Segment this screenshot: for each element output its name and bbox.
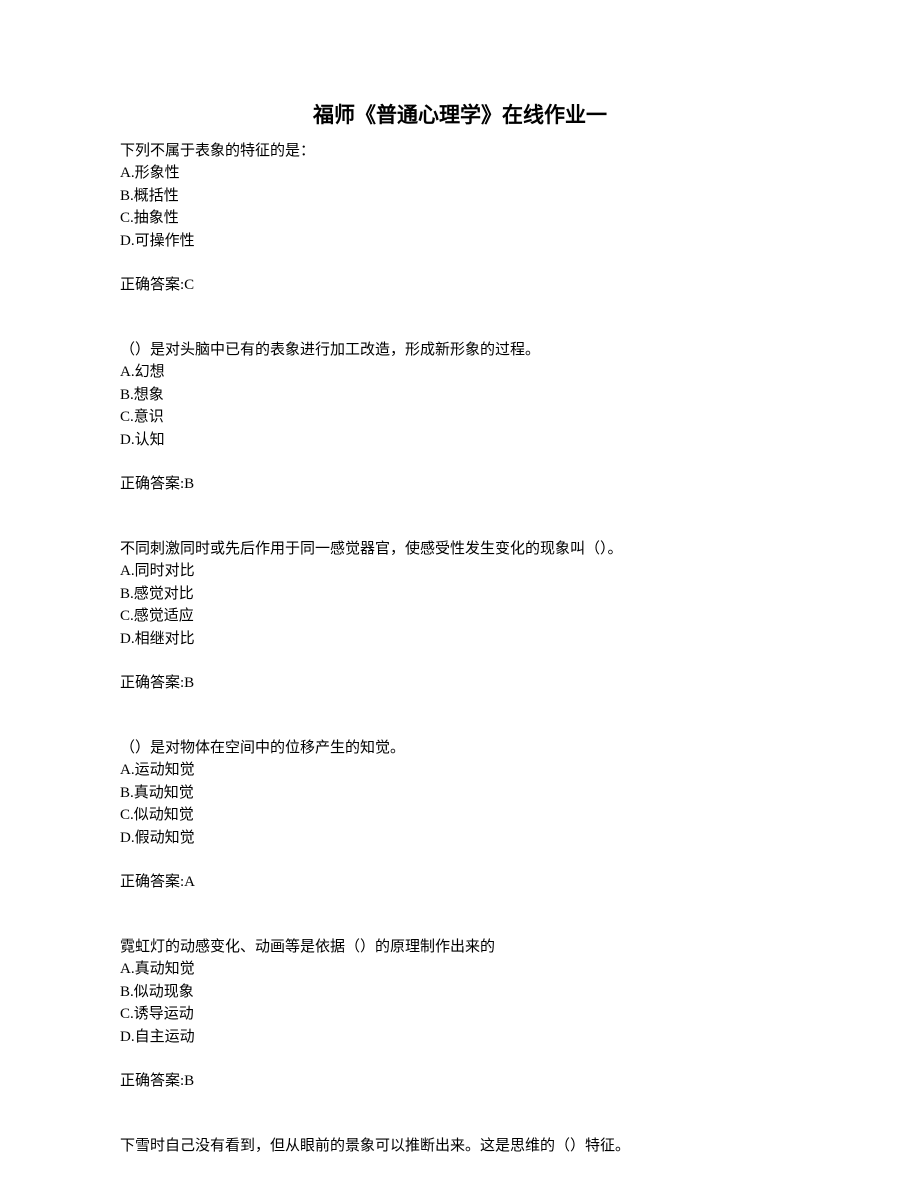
option-d: D.相继对比 xyxy=(120,628,800,651)
answer-text: 正确答案:A xyxy=(120,871,800,894)
question-block: 下雪时自己没有看到，但从眼前的景象可以推断出来。这是思维的（）特征。 xyxy=(120,1135,800,1158)
option-b: B.想象 xyxy=(120,384,800,407)
question-block: 下列不属于表象的特征的是： A.形象性 B.概括性 C.抽象性 D.可操作性 正… xyxy=(120,140,800,297)
answer-text: 正确答案:B xyxy=(120,1070,800,1093)
question-block: 霓虹灯的动感变化、动画等是依据（）的原理制作出来的 A.真动知觉 B.似动现象 … xyxy=(120,936,800,1093)
option-d: D.可操作性 xyxy=(120,230,800,253)
option-c: C.诱导运动 xyxy=(120,1003,800,1026)
option-c: C.似动知觉 xyxy=(120,804,800,827)
option-a: A.运动知觉 xyxy=(120,759,800,782)
question-text: 霓虹灯的动感变化、动画等是依据（）的原理制作出来的 xyxy=(120,936,800,959)
option-d: D.认知 xyxy=(120,429,800,452)
answer-text: 正确答案:B xyxy=(120,672,800,695)
question-block: 不同刺激同时或先后作用于同一感觉器官，使感受性发生变化的现象叫（）。 A.同时对… xyxy=(120,538,800,695)
question-text: （）是对头脑中已有的表象进行加工改造，形成新形象的过程。 xyxy=(120,339,800,362)
option-b: B.真动知觉 xyxy=(120,782,800,805)
answer-text: 正确答案:B xyxy=(120,473,800,496)
question-block: （）是对物体在空间中的位移产生的知觉。 A.运动知觉 B.真动知觉 C.似动知觉… xyxy=(120,737,800,894)
option-c: C.感觉适应 xyxy=(120,605,800,628)
question-text: （）是对物体在空间中的位移产生的知觉。 xyxy=(120,737,800,760)
option-b: B.概括性 xyxy=(120,185,800,208)
option-d: D.自主运动 xyxy=(120,1026,800,1049)
question-text: 下列不属于表象的特征的是： xyxy=(120,140,800,163)
option-a: A.幻想 xyxy=(120,361,800,384)
page-title: 福师《普通心理学》在线作业一 xyxy=(120,100,800,132)
option-c: C.意识 xyxy=(120,406,800,429)
answer-text: 正确答案:C xyxy=(120,274,800,297)
option-c: C.抽象性 xyxy=(120,207,800,230)
option-a: A.真动知觉 xyxy=(120,958,800,981)
option-a: A.同时对比 xyxy=(120,560,800,583)
option-a: A.形象性 xyxy=(120,162,800,185)
question-text: 下雪时自己没有看到，但从眼前的景象可以推断出来。这是思维的（）特征。 xyxy=(120,1135,800,1158)
option-b: B.似动现象 xyxy=(120,981,800,1004)
question-text: 不同刺激同时或先后作用于同一感觉器官，使感受性发生变化的现象叫（）。 xyxy=(120,538,800,561)
question-block: （）是对头脑中已有的表象进行加工改造，形成新形象的过程。 A.幻想 B.想象 C… xyxy=(120,339,800,496)
option-d: D.假动知觉 xyxy=(120,827,800,850)
option-b: B.感觉对比 xyxy=(120,583,800,606)
